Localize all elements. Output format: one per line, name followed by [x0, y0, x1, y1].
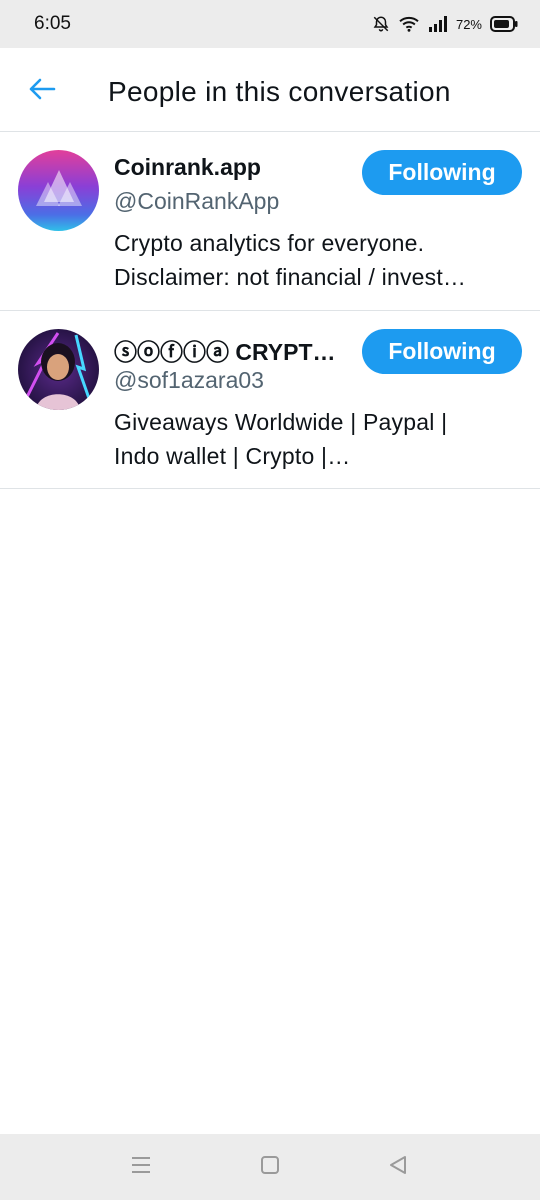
user-handle: @CoinRankApp	[114, 188, 280, 214]
battery-level: 72%	[455, 16, 482, 32]
system-nav-bar	[0, 1134, 540, 1200]
user-list-item[interactable]: Coinrank.app @CoinRankApp Crypto analyti…	[0, 132, 540, 311]
bell-off-icon	[372, 15, 390, 33]
user-bio: Giveaways Worldwide | Paypal | Indo wall…	[114, 405, 514, 473]
back-triangle-icon	[388, 1155, 408, 1180]
user-bio: Crypto analytics for everyone. Disclaime…	[114, 226, 514, 294]
following-button[interactable]: Following	[362, 329, 522, 374]
wifi-icon	[398, 15, 420, 33]
following-button[interactable]: Following	[362, 150, 522, 195]
user-display-name[interactable]: ⓢⓞⓕⓘⓐ CRYPT…	[114, 333, 336, 367]
user-display-name[interactable]: Coinrank.app	[114, 154, 261, 181]
back-button[interactable]	[22, 74, 62, 108]
menu-icon	[130, 1155, 152, 1180]
home-square-icon	[260, 1155, 280, 1180]
page-title: People in this conversation	[108, 76, 451, 107]
arrow-left-icon	[28, 77, 56, 106]
user-handle: @sof1azara03	[114, 367, 264, 393]
battery-icon	[490, 16, 518, 32]
bio-line: Disclaimer: not financial / invest…	[114, 264, 467, 290]
system-back-button[interactable]	[383, 1152, 413, 1182]
avatar[interactable]	[18, 329, 99, 410]
home-button[interactable]	[255, 1152, 285, 1182]
avatar[interactable]	[18, 150, 99, 231]
status-icons: 72%	[372, 15, 518, 33]
status-bar: 6:05 72%	[0, 0, 540, 48]
user-list-item[interactable]: ⓢⓞⓕⓘⓐ CRYPT… @sof1azara03 Giveaways Worl…	[0, 311, 540, 489]
status-time: 6:05	[34, 13, 71, 34]
recent-apps-button[interactable]	[126, 1152, 156, 1182]
bio-line: Crypto analytics for everyone.	[114, 230, 425, 256]
signal-icon	[428, 16, 448, 32]
bio-line: Giveaways Worldwide | Paypal |	[114, 409, 448, 435]
top-app-bar: People in this conversation	[0, 48, 540, 132]
bio-line: Indo wallet | Crypto |…	[114, 443, 351, 469]
